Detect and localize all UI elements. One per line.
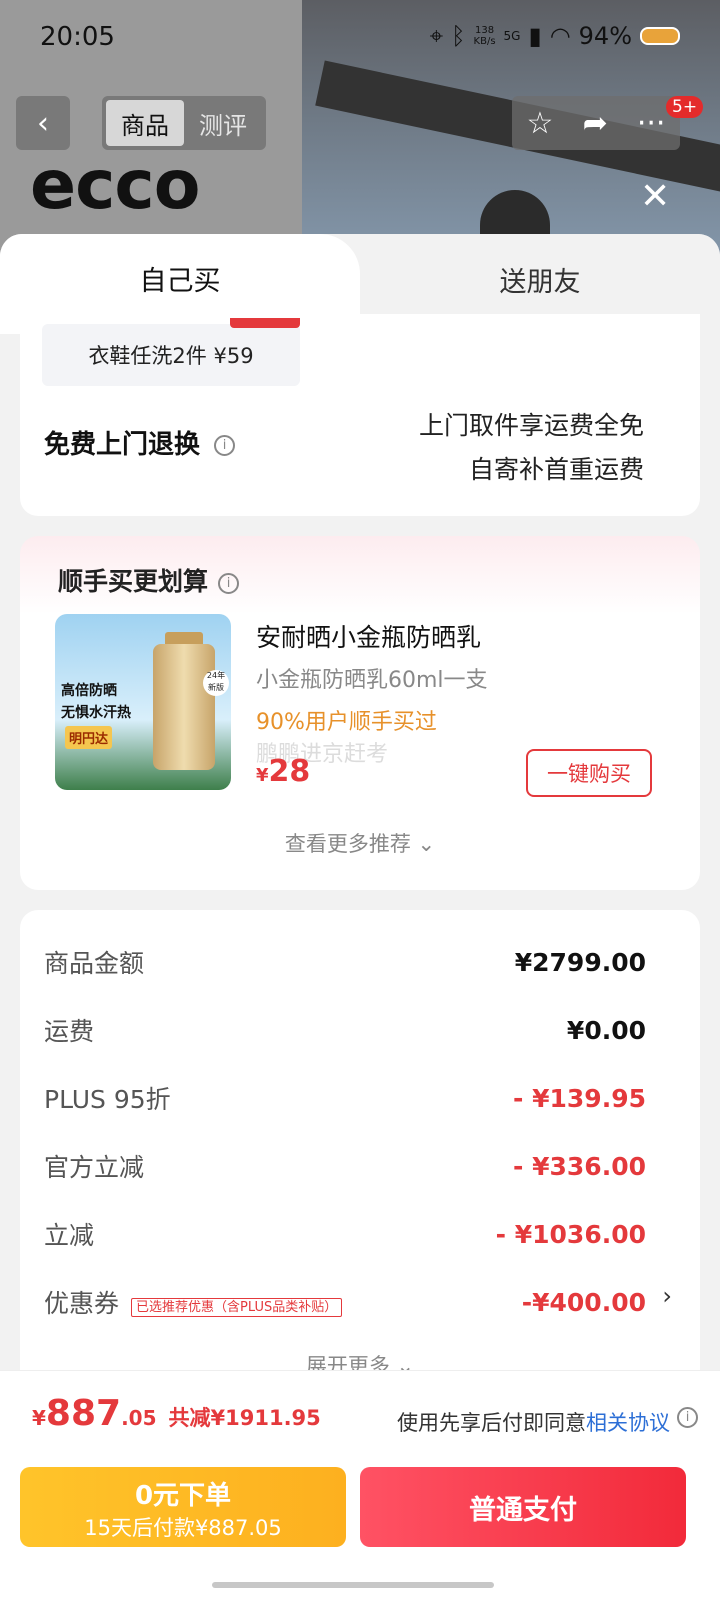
back-button[interactable]: ‹ [16,96,70,150]
recommend-title: 顺手买更划算 i [58,562,240,598]
info-icon[interactable]: i [677,1407,698,1428]
battery-level: 94% [578,22,632,50]
close-icon[interactable]: ✕ [640,176,670,217]
battery-icon [640,27,680,45]
return-desc-2: 自寄补首重运费 [468,455,644,484]
summary-row-shipping: 运费 ¥0.00 [44,1015,646,1047]
summary-row-discount: 立减 - ¥1036.00 [44,1219,646,1251]
summary-row-goods: 商品金额 ¥2799.00 [44,947,646,979]
status-bar: 20:05 ⌖ ᛒ 138 KB/s 5G ▮ ◠ 94% [0,0,720,76]
coupon-tag: 已选推荐优惠（含PLUS品类补贴） [131,1297,343,1317]
checkout-footer: ¥ 887 .05 共减¥1911.95 使用先享后付即同意相关协议 i 0元下… [0,1370,720,1600]
service-card: 衣鞋任洗2件 ¥59 免费上门退换 i 上门取件享运费全免 自寄补首重运费 [20,314,700,516]
one-click-buy-button[interactable]: 一键购买 [526,749,652,797]
summary-row-plus: PLUS 95折 - ¥139.95 [44,1083,646,1115]
summary-row-coupon[interactable]: 优惠券 已选推荐优惠（含PLUS品类补贴） -¥400.00 [44,1282,646,1322]
summary-row-official: 官方立减 - ¥336.00 [44,1151,646,1183]
product-spec: 小金瓶防晒乳60ml一支 [256,668,488,693]
top-nav: ‹ 商品 测评 ☆ ➦ ··· [0,96,720,156]
more-recommend-link[interactable]: 查看更多推荐 ⌄ [20,828,700,858]
network-speed: 138 KB/s [473,25,496,47]
product-image[interactable]: 高倍防晒 无惧水汗热 明円达 24年 新版 [55,614,231,790]
wifi-icon: ◠ [549,22,571,50]
recommend-card: 顺手买更划算 i 高倍防晒 无惧水汗热 明円达 24年 新版 安耐晒小金瓶防晒乳 … [20,536,700,890]
product-stat: 90%用户顺手买过 [256,710,437,735]
signal-label: 5G [503,29,521,43]
signal-icon: ▮ [528,22,542,50]
chevron-right-icon[interactable]: › [662,1282,672,1310]
normal-pay-button[interactable]: 普通支付 [360,1467,686,1547]
nav-actions: ☆ ➦ ··· [512,96,680,150]
total-saved: 共减¥1911.95 [168,1406,321,1430]
promo-tag [230,318,300,328]
agreement-link[interactable]: 相关协议 [586,1411,670,1435]
tab-gift-friend[interactable]: 送朋友 [360,234,720,324]
return-desc-1: 上门取件享运费全免 [418,411,644,440]
brand-logo: ecco [30,146,200,225]
share-icon[interactable]: ➦ [583,106,608,141]
agreement-text: 使用先享后付即同意相关协议 [397,1411,670,1435]
pay-later-button[interactable]: 0元下单 15天后付款¥887.05 [20,1467,346,1547]
bluetooth-icon: ᛒ [451,22,466,50]
home-indicator[interactable] [212,1582,494,1588]
tab-review[interactable]: 测评 [184,100,262,146]
free-return-title: 免费上门退换 i [44,424,236,461]
product-tabs: 商品 测评 [102,96,266,150]
star-icon[interactable]: ☆ [527,106,554,141]
tab-product[interactable]: 商品 [106,100,184,146]
total-price: ¥ 887 .05 共减¥1911.95 [32,1393,321,1434]
laundry-service-option[interactable]: 衣鞋任洗2件 ¥59 [42,318,300,386]
message-badge: 5+ [666,96,704,118]
info-icon[interactable]: i [218,572,240,594]
chevron-left-icon: ‹ [37,105,49,141]
product-name[interactable]: 安耐晒小金瓶防晒乳 [256,618,481,654]
info-icon[interactable]: i [214,435,236,456]
more-icon[interactable]: ··· [637,106,666,141]
status-time: 20:05 [40,22,115,52]
location-icon: ⌖ [429,22,444,50]
product-price: ¥28 [256,754,311,789]
